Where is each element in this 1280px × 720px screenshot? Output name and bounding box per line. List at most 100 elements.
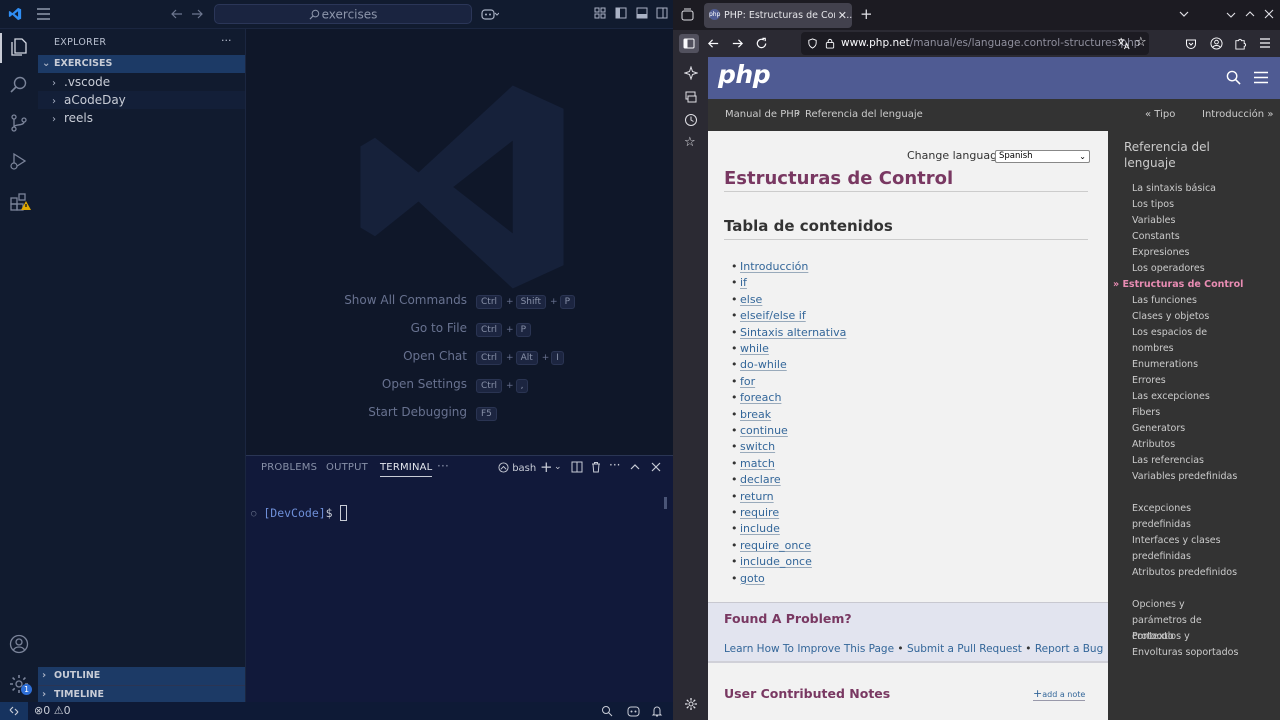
add-note-link[interactable]: +add a note [1033,687,1086,701]
toc-link[interactable]: • do-while [731,358,787,371]
sidebar-link[interactable]: Atributos [1132,437,1242,453]
copilot-status-icon[interactable] [627,705,640,717]
sidebar-link[interactable]: Errores [1132,373,1242,389]
toc-link[interactable]: • include_once [731,555,812,568]
forward-arrow-icon[interactable] [731,37,744,50]
tree-item[interactable]: › aCodeDay [38,91,245,109]
command-open-chat[interactable]: Open Chat Ctrl + Alt + I [246,349,673,365]
copilot-icon[interactable] [481,7,499,21]
tab-output[interactable]: OUTPUT [326,462,368,473]
toc-link[interactable]: • if [731,276,747,289]
sidebar-link[interactable]: Expresiones [1132,245,1242,261]
toc-link[interactable]: • require_once [731,539,811,552]
sidebar-link[interactable]: Constants [1132,229,1242,245]
toc-link[interactable]: • include [731,522,780,535]
run-debug-icon[interactable] [9,151,29,171]
sidebar-link[interactable]: Fibers [1132,405,1242,421]
minimize-icon[interactable] [1225,8,1237,20]
forward-arrow-icon[interactable] [190,7,204,21]
close-panel-icon[interactable] [650,461,662,473]
report-bug-link[interactable]: Report a Bug [1035,643,1103,655]
terminal-scrollbar[interactable] [664,497,667,509]
back-arrow-icon[interactable] [170,7,184,21]
translate-icon[interactable] [1117,37,1130,50]
command-show-all[interactable]: Show All Commands Ctrl + Shift + P [246,293,673,309]
trash-icon[interactable] [590,461,602,473]
synced-tabs-icon[interactable] [684,90,698,104]
sidebar-link[interactable]: Variables [1132,213,1242,229]
tab-overview-icon[interactable] [681,8,694,21]
php-logo[interactable]: php [718,60,771,89]
source-control-icon[interactable] [9,113,29,133]
command-center-search[interactable]: exercises [214,4,472,24]
pocket-icon[interactable] [1185,38,1197,50]
sidebar-link[interactable]: » Estructuras de Control [1113,277,1248,293]
sidebar-link[interactable]: Los operadores [1132,261,1242,277]
url-bar[interactable]: www.php.net/manual/es/language.control-s… [801,32,1149,55]
sidebar-toggle-button[interactable] [679,34,699,53]
close-tab-icon[interactable]: ✕ [834,3,847,28]
split-terminal-icon[interactable] [571,461,583,473]
explorer-icon[interactable] [9,37,29,57]
prev-page-link[interactable]: « Tipo [1145,99,1175,131]
search-icon[interactable] [1226,70,1241,85]
bookmarks-star-icon[interactable]: ☆ [684,136,698,150]
toc-link[interactable]: • continue [731,424,788,437]
tab-terminal[interactable]: TERMINAL [380,462,433,477]
toc-link[interactable]: • declare [731,473,781,486]
command-go-to-file[interactable]: Go to File Ctrl + P [246,321,673,337]
tree-item[interactable]: › .vscode [38,73,245,91]
toc-link[interactable]: • goto [731,572,765,585]
toggle-secondary-sidebar-icon[interactable] [656,7,670,21]
app-menu-icon[interactable] [1259,37,1271,49]
history-icon[interactable] [684,113,698,127]
sidebar-link[interactable]: La sintaxis básica [1132,181,1242,197]
sidebar-link[interactable]: Los tipos [1132,197,1242,213]
sidebar-link[interactable]: Enumerations [1132,357,1242,373]
search-icon[interactable] [9,75,29,95]
toc-link[interactable]: • Sintaxis alternativa [731,326,846,339]
toc-link[interactable]: • return [731,490,774,503]
browser-tab[interactable]: php PHP: Estructuras de Contr... ✕ [704,3,852,28]
panel-more-button[interactable]: ··· [437,459,449,473]
menu-icon[interactable] [37,8,50,20]
toc-link[interactable]: • for [731,375,755,388]
sidebar-settings-gear-icon[interactable] [684,697,698,711]
toc-link[interactable]: • foreach [731,391,781,404]
sidebar-link[interactable]: Protocolos y Envolturas soportados [1132,629,1242,661]
explorer-more-button[interactable]: ··· [221,34,232,47]
sidebar-link[interactable]: Las funciones [1132,293,1242,309]
improve-page-link[interactable]: Learn How To Improve This Page [724,643,894,655]
extensions-puzzle-icon[interactable] [1234,37,1247,50]
new-tab-button[interactable]: + [860,5,873,23]
extensions-icon[interactable] [9,191,31,211]
command-open-settings[interactable]: Open Settings Ctrl +, [246,377,673,393]
back-arrow-icon[interactable] [707,37,720,50]
sidebar-link[interactable]: Las referencias [1132,453,1242,469]
bookmark-star-icon[interactable]: ☆ [1135,36,1147,50]
sidebar-link[interactable]: Clases y objetos [1132,309,1242,325]
terminal-shell-selector[interactable]: bash [498,462,536,474]
tab-list-icon[interactable] [1178,8,1190,20]
sidebar-link[interactable]: Interfaces y clases predefinidas [1132,533,1242,565]
maximize-panel-icon[interactable] [629,461,641,473]
next-page-link[interactable]: Introducción » [1202,99,1273,131]
zoom-icon[interactable] [601,705,613,717]
toc-link[interactable]: • require [731,506,779,519]
account-icon[interactable] [9,634,29,654]
toc-link[interactable]: • break [731,408,771,421]
toc-link[interactable]: • elseif/else if [731,309,806,322]
reload-icon[interactable] [755,37,768,50]
tree-item[interactable]: › reels [38,109,245,127]
new-terminal-button[interactable]: + [540,458,553,476]
command-start-debugging[interactable]: Start Debugging F5 [246,405,673,421]
toc-link[interactable]: • Introducción [731,260,808,273]
toc-link[interactable]: • match [731,457,775,470]
problems-status[interactable]: ⊗0 ⚠0 [34,704,71,717]
terminal-more-button[interactable]: ··· [609,458,620,472]
remote-indicator[interactable] [0,702,28,720]
toc-link[interactable]: • switch [731,440,775,453]
workspace-header[interactable]: ⌄ EXERCISES [38,55,245,73]
sidebar-link[interactable]: Los espacios de nombres [1132,325,1242,357]
customize-layout-icon[interactable] [594,7,608,21]
